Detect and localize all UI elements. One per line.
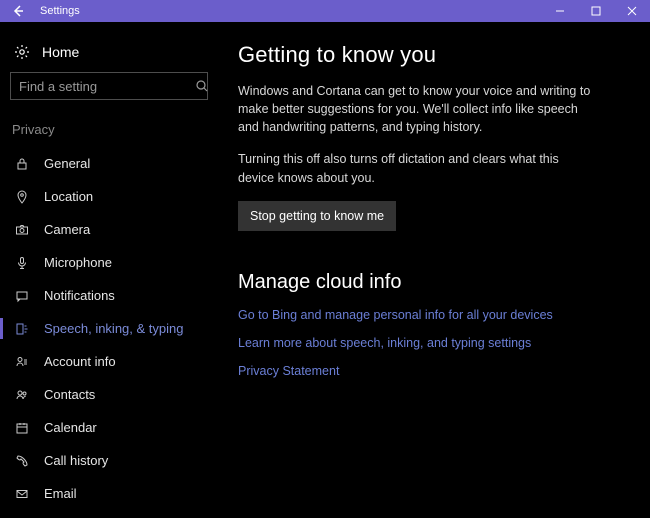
search-icon [195, 79, 209, 93]
email-icon [12, 487, 32, 501]
titlebar: Settings [0, 0, 650, 22]
home-button[interactable]: Home [0, 36, 218, 72]
nav-label: Account info [32, 354, 116, 369]
paragraph: Windows and Cortana can get to know your… [238, 82, 598, 136]
nav-item-general[interactable]: General [0, 147, 218, 180]
notification-icon [12, 289, 32, 303]
contacts-icon [12, 388, 32, 402]
speech-icon [12, 322, 32, 336]
heading-primary: Getting to know you [238, 42, 626, 68]
nav-item-tasks[interactable]: Tasks [0, 510, 218, 518]
nav-label: Email [32, 486, 77, 501]
content-pane: Getting to know you Windows and Cortana … [218, 22, 650, 518]
nav-item-account[interactable]: Account info [0, 345, 218, 378]
close-icon [627, 6, 637, 16]
back-button[interactable] [0, 0, 36, 22]
location-icon [12, 190, 32, 204]
nav-label: Speech, inking, & typing [32, 321, 183, 336]
window-title: Settings [36, 5, 80, 17]
nav-label: Call history [32, 453, 108, 468]
account-icon [12, 355, 32, 369]
minimize-icon [555, 6, 565, 16]
nav-item-email[interactable]: Email [0, 477, 218, 510]
calendar-icon [12, 421, 32, 435]
link-learn-more[interactable]: Learn more about speech, inking, and typ… [238, 336, 626, 350]
search-input[interactable] [19, 79, 195, 94]
nav-list: General Location Camera Microphone Notif… [0, 147, 218, 518]
nav-item-microphone[interactable]: Microphone [0, 246, 218, 279]
nav-item-speech[interactable]: Speech, inking, & typing [0, 312, 218, 345]
nav-item-location[interactable]: Location [0, 180, 218, 213]
maximize-button[interactable] [578, 0, 614, 22]
home-label: Home [32, 44, 79, 60]
search-box[interactable] [10, 72, 208, 100]
nav-label: Notifications [32, 288, 115, 303]
nav-label: Location [32, 189, 93, 204]
nav-item-contacts[interactable]: Contacts [0, 378, 218, 411]
stop-button[interactable]: Stop getting to know me [238, 201, 396, 231]
section-header: Privacy [0, 116, 218, 147]
lock-icon [12, 157, 32, 171]
minimize-button[interactable] [542, 0, 578, 22]
nav-label: Contacts [32, 387, 95, 402]
gear-icon [12, 44, 32, 60]
nav-label: Microphone [32, 255, 112, 270]
link-privacy-statement[interactable]: Privacy Statement [238, 364, 626, 378]
camera-icon [12, 223, 32, 237]
heading-secondary: Manage cloud info [238, 271, 626, 294]
nav-item-camera[interactable]: Camera [0, 213, 218, 246]
nav-item-call-history[interactable]: Call history [0, 444, 218, 477]
back-arrow-icon [11, 4, 25, 18]
nav-item-calendar[interactable]: Calendar [0, 411, 218, 444]
microphone-icon [12, 256, 32, 270]
close-button[interactable] [614, 0, 650, 22]
link-bing-manage[interactable]: Go to Bing and manage personal info for … [238, 308, 626, 322]
call-icon [12, 454, 32, 468]
maximize-icon [591, 6, 601, 16]
sidebar: Home Privacy General Location Camera [0, 22, 218, 518]
paragraph: Turning this off also turns off dictatio… [238, 150, 598, 186]
nav-label: Calendar [32, 420, 97, 435]
nav-label: Camera [32, 222, 90, 237]
nav-item-notifications[interactable]: Notifications [0, 279, 218, 312]
nav-label: General [32, 156, 90, 171]
